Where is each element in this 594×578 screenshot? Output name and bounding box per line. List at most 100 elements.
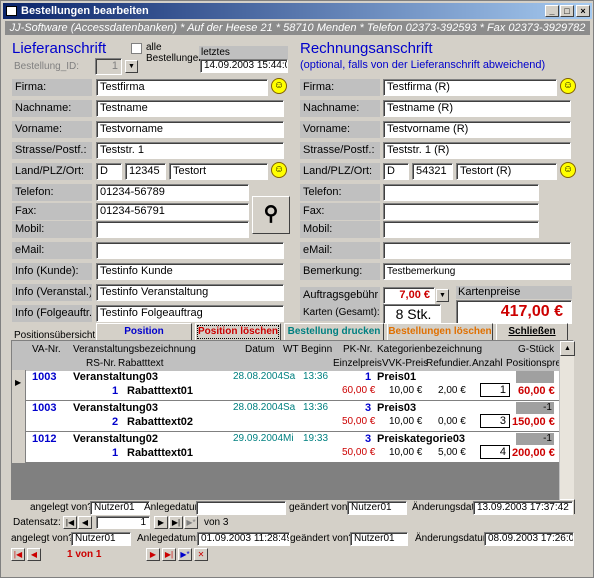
cell-vanr[interactable]: 1003: [32, 402, 56, 414]
cell-gstueck[interactable]: [516, 371, 554, 383]
cell-pknr[interactable]: 3: [365, 433, 371, 445]
cell-wt[interactable]: Sa: [283, 371, 295, 382]
strasse-field[interactable]: Teststr. 1: [96, 142, 284, 159]
rechnung-land-field[interactable]: D: [383, 163, 409, 180]
cell-refund[interactable]: 0,00 €: [438, 416, 466, 427]
bestellung-id-field[interactable]: 1: [95, 58, 122, 75]
sub-geaendert-field[interactable]: Nutzer01: [347, 501, 407, 515]
info-kunde-field[interactable]: Testinfo Kunde: [96, 263, 284, 280]
rechnung-ort-field[interactable]: Testort (R): [456, 163, 557, 180]
rechnung-plz-field[interactable]: 54321: [412, 163, 453, 180]
vorname-field[interactable]: Testvorname: [96, 121, 284, 138]
prev-record-icon[interactable]: ◀: [78, 516, 92, 529]
druckdatum-field[interactable]: 14.09.2003 15:44:07: [200, 59, 288, 73]
cell-positionspreis[interactable]: 60,00 €: [518, 385, 555, 397]
cell-rabatt[interactable]: Rabatttext02: [127, 416, 193, 428]
cell-vanr[interactable]: 1003: [32, 371, 56, 383]
rechnung-email-field[interactable]: [383, 242, 571, 259]
sub-aenderung-field[interactable]: 13.09.2003 17:37:42: [473, 501, 573, 515]
geaendert-field[interactable]: Nutzer01: [350, 532, 408, 546]
scroll-up-icon[interactable]: ▲: [560, 341, 575, 356]
plz-field[interactable]: 12345: [125, 163, 166, 180]
cell-vvk[interactable]: 10,00 €: [389, 416, 422, 427]
cell-refund[interactable]: 2,00 €: [438, 385, 466, 396]
smiley-icon[interactable]: ☺: [560, 162, 576, 178]
schliessen-button[interactable]: Schließen: [496, 323, 568, 341]
anlegedatum-field[interactable]: 01.09.2003 11:28:49: [197, 532, 290, 546]
bemerkung-field[interactable]: Testbemerkung: [383, 263, 571, 280]
bestellungen-loeschen-button[interactable]: Bestellungen löschen: [387, 323, 493, 341]
rechnung-nachname-field[interactable]: Testname (R): [383, 100, 571, 117]
alle-bestellungen-checkbox[interactable]: [131, 43, 142, 54]
angelegt-field[interactable]: Nutzer01: [71, 532, 131, 546]
cell-veranstaltung[interactable]: Veranstaltung03: [73, 371, 158, 383]
land-field[interactable]: D: [96, 163, 122, 180]
sub-anlegedatum-field[interactable]: [196, 501, 286, 515]
position-hinzufuegen-button[interactable]: Position hinzufügen: [96, 323, 192, 353]
maximize-button[interactable]: □: [560, 5, 574, 17]
email-field[interactable]: [96, 242, 284, 259]
new-record-icon[interactable]: ▶*: [178, 548, 192, 561]
cell-einzelpreis[interactable]: 60,00 €: [342, 385, 375, 396]
sub-angelegt-field[interactable]: Nutzer01: [90, 501, 150, 515]
karten-gesamt-field[interactable]: 8 Stk.: [383, 304, 441, 324]
new-record-icon[interactable]: ▶*: [184, 516, 198, 529]
cell-wt[interactable]: Mi: [283, 433, 294, 444]
rechnung-firma-field[interactable]: Testfirma (R): [383, 79, 557, 96]
rechnung-mobil-field[interactable]: [383, 221, 539, 238]
table-row[interactable]: 1012 Veranstaltung02 29.09.2004 Mi 19:33…: [12, 432, 559, 463]
next-record-icon[interactable]: ▶: [146, 548, 160, 561]
cell-pknr[interactable]: 1: [365, 371, 371, 383]
cell-veranstaltung[interactable]: Veranstaltung03: [73, 402, 158, 414]
mobil-field[interactable]: [96, 221, 249, 238]
cell-refund[interactable]: 5,00 €: [438, 447, 466, 458]
cell-kategorie[interactable]: Preis01: [377, 371, 416, 383]
smiley-icon[interactable]: ☺: [560, 78, 576, 94]
cell-anzahl[interactable]: 4: [480, 445, 510, 459]
rechnung-telefon-field[interactable]: [383, 184, 539, 201]
cell-veranstaltung[interactable]: Veranstaltung02: [73, 433, 158, 445]
prev-record-icon[interactable]: ◀: [27, 548, 41, 561]
smiley-icon[interactable]: ☺: [271, 78, 287, 94]
cell-kategorie[interactable]: Preis03: [377, 402, 416, 414]
last-record-icon[interactable]: ▶|: [162, 548, 176, 561]
cell-beginn[interactable]: 19:33: [303, 433, 328, 444]
first-record-icon[interactable]: |◀: [63, 516, 77, 529]
cell-kategorie[interactable]: Preiskategorie03: [377, 433, 465, 445]
fax-field[interactable]: 01234-56791: [96, 203, 249, 220]
cell-gstueck[interactable]: -1: [516, 402, 554, 414]
cell-rsnr[interactable]: 2: [112, 416, 118, 428]
binoculars-icon[interactable]: ⚲: [252, 196, 290, 234]
rechnung-vorname-field[interactable]: Testvorname (R): [383, 121, 571, 138]
cell-rabatt[interactable]: Rabatttext01: [127, 385, 193, 397]
close-button[interactable]: ×: [576, 5, 590, 17]
cell-rsnr[interactable]: 1: [112, 385, 118, 397]
cell-datum[interactable]: 29.09.2004: [233, 433, 283, 444]
cell-vvk[interactable]: 10,00 €: [389, 447, 422, 458]
auftragsgebuehr-field[interactable]: 7,00 €: [383, 287, 435, 304]
table-row[interactable]: ▶ 1003 Veranstaltung03 28.08.2004 Sa 13:…: [12, 370, 559, 401]
ort-field[interactable]: Testort: [169, 163, 268, 180]
position-loeschen-button[interactable]: Position löschen: [195, 323, 281, 341]
cell-datum[interactable]: 28.08.2004: [233, 402, 283, 413]
cell-gstueck[interactable]: -1: [516, 433, 554, 445]
cell-datum[interactable]: 28.08.2004: [233, 371, 283, 382]
info-veranstaltung-field[interactable]: Testinfo Veranstaltung: [96, 284, 284, 301]
cell-beginn[interactable]: 13:36: [303, 402, 328, 413]
smiley-icon[interactable]: ☺: [271, 162, 287, 178]
kartenpreise-field[interactable]: 417,00 €: [456, 300, 572, 324]
last-record-icon[interactable]: ▶|: [169, 516, 183, 529]
nachname-field[interactable]: Testname: [96, 100, 284, 117]
record-selector[interactable]: [12, 401, 26, 432]
cell-pknr[interactable]: 3: [365, 402, 371, 414]
firma-field[interactable]: Testfirma: [96, 79, 268, 96]
record-selector[interactable]: [12, 432, 26, 463]
rechnung-fax-field[interactable]: [383, 203, 539, 220]
cell-vanr[interactable]: 1012: [32, 433, 56, 445]
aenderungsdatum-field[interactable]: 08.09.2003 17:26:05: [484, 532, 574, 546]
table-row[interactable]: 1003 Veranstaltung03 28.08.2004 Sa 13:36…: [12, 401, 559, 432]
first-record-icon[interactable]: |◀: [11, 548, 25, 561]
auftragsgebuehr-dropdown-icon[interactable]: ▼: [436, 289, 449, 302]
cell-positionspreis[interactable]: 200,00 €: [512, 447, 555, 459]
minimize-button[interactable]: _: [545, 5, 559, 17]
